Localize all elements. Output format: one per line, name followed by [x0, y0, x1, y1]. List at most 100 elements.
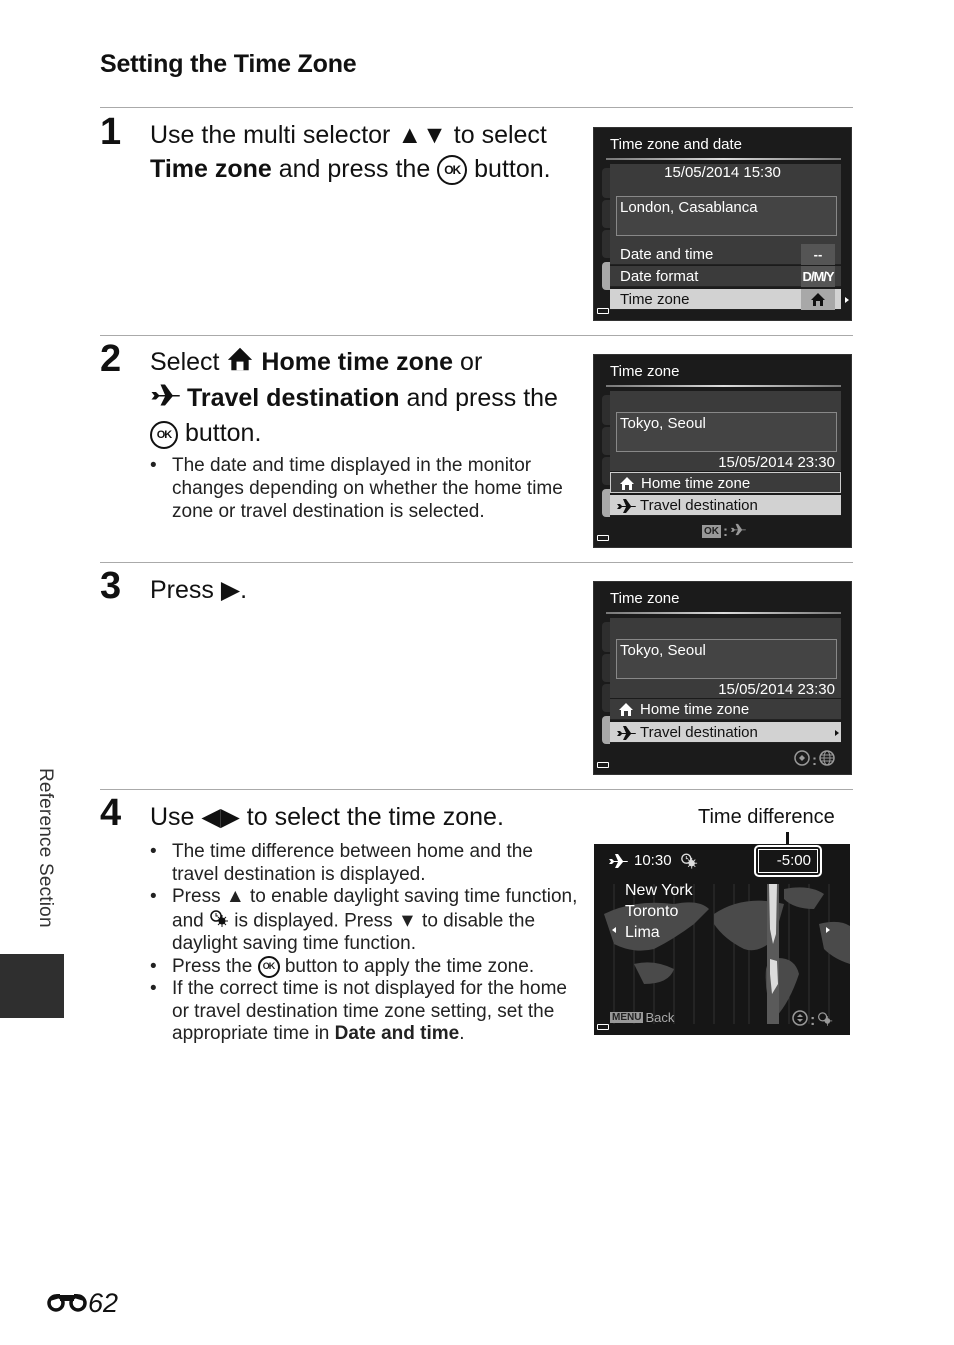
divider	[100, 789, 853, 790]
step-number: 4	[100, 792, 122, 834]
menu-tab-active	[602, 716, 610, 744]
camera-screen-travel-destination: Time zone Tokyo, Seoul 15/05/2014 23:30 …	[593, 581, 852, 775]
chevron-right-icon	[835, 730, 839, 736]
daylight-saving-icon	[209, 909, 229, 934]
chevron-left-icon[interactable]	[612, 927, 616, 933]
text: or	[453, 348, 483, 376]
menu-term: Date and time	[334, 1023, 460, 1045]
page-number-value: 62	[88, 1288, 119, 1318]
airplane-icon	[730, 523, 746, 540]
screen-title: Time zone	[610, 363, 680, 380]
text: button to apply the time zone.	[279, 955, 535, 977]
menu-term: Time zone	[150, 155, 272, 183]
ok-travel-hint: OK :	[702, 523, 746, 540]
menu-item-date-and-time[interactable]: Date and time --	[610, 244, 841, 265]
step-4-instruction: Use ◀▶ to select the time zone.	[150, 800, 590, 834]
selector-dst-hint: :	[792, 1010, 833, 1031]
time-difference-value: -5:00	[758, 849, 818, 873]
battery-icon	[597, 308, 609, 314]
menu-value: --	[801, 244, 835, 265]
step-4-notes: The time difference between home and the…	[150, 841, 580, 1046]
note: Press ▲ to enable daylight saving time f…	[150, 886, 580, 956]
text: Press	[150, 576, 221, 604]
text: Use	[150, 803, 202, 831]
note: The date and time displayed in the monit…	[150, 454, 570, 523]
text: Press the	[172, 955, 258, 977]
menu-tab	[602, 230, 610, 258]
menu-tab	[602, 427, 610, 455]
menu-label: Date format	[620, 268, 699, 285]
note: Press the OK button to apply the time zo…	[150, 955, 580, 979]
battery-icon	[597, 535, 609, 541]
menu-tab	[602, 200, 610, 228]
menu-tab	[602, 395, 610, 425]
menu-term: Travel destination	[186, 383, 400, 412]
option-label: Travel destination	[640, 497, 758, 514]
city-name: Lima	[625, 924, 660, 941]
city-name: Toronto	[625, 903, 679, 920]
option-label: Home time zone	[641, 475, 751, 492]
title-rule	[606, 612, 841, 614]
home-icon	[618, 702, 634, 723]
home-icon	[801, 289, 835, 310]
menu-tab	[602, 622, 610, 652]
colon: :	[723, 523, 728, 540]
current-datetime: 15/05/2014 23:30	[718, 681, 835, 698]
menu-item-time-zone[interactable]: Time zone	[610, 289, 841, 310]
menu-tab-active	[602, 489, 610, 517]
globe-icon	[819, 750, 835, 770]
step-2-instruction: Select Home time zone or Travel destinat…	[150, 345, 570, 450]
camera-screen-time-zone-and-date: Time zone and date 15/05/2014 15:30 Lond…	[593, 127, 852, 321]
home-city: London, Casablanca	[616, 196, 837, 236]
city-name: New York	[625, 882, 693, 899]
text: button.	[467, 155, 551, 183]
screen-title: Time zone and date	[610, 136, 743, 153]
left-right-arrows-icon: ◀▶	[201, 803, 240, 831]
text: and press the	[271, 155, 438, 183]
option-label: Travel destination	[640, 724, 758, 741]
time-difference-frame: -5:00	[754, 845, 822, 877]
chevron-right-icon	[845, 297, 849, 303]
ok-button-icon: OK	[437, 155, 468, 186]
divider	[100, 107, 853, 108]
option-label: Home time zone	[640, 701, 750, 718]
home-icon	[226, 346, 254, 381]
menu-tab-active	[602, 262, 610, 290]
camera-screen-world-map: 10:30 -5:00 New York Toronto Lima MENU B…	[594, 844, 850, 1035]
ok-button-icon: OK	[150, 420, 178, 449]
step-number: 2	[100, 338, 122, 380]
text: is displayed. Press	[228, 909, 398, 931]
title-rule	[606, 385, 841, 387]
selector-globe-hint: :	[794, 750, 835, 770]
ok-key-icon: OK	[702, 525, 721, 538]
current-datetime: 15/05/2014 23:30	[718, 454, 835, 471]
page-title: Setting the Time Zone	[100, 50, 357, 78]
battery-icon	[597, 762, 609, 768]
step-1-instruction: Use the multi selector ▲▼ to select Time…	[150, 118, 570, 186]
option-travel-destination[interactable]: Travel destination	[610, 722, 841, 743]
airplane-icon	[616, 498, 636, 520]
airplane-icon	[616, 725, 636, 747]
text: Press	[172, 886, 226, 907]
text: to select the time zone.	[239, 803, 504, 831]
menu-tab	[602, 457, 610, 485]
back-hint[interactable]: MENU Back	[610, 1010, 674, 1025]
chevron-right-icon[interactable]	[826, 927, 830, 933]
option-home-time-zone[interactable]: Home time zone	[610, 472, 841, 493]
text: to select	[446, 121, 547, 149]
colon: :	[810, 1011, 816, 1029]
multi-selector-icon	[794, 750, 810, 770]
menu-item-date-format[interactable]: Date format D/M/Y	[610, 266, 841, 287]
battery-icon	[597, 1024, 609, 1030]
city-list: New York Toronto Lima	[625, 880, 693, 943]
down-arrow-icon: ▼	[397, 909, 417, 931]
text: Use the multi selector	[150, 121, 398, 149]
page-number: 62	[46, 1288, 118, 1319]
option-travel-destination[interactable]: Travel destination	[610, 495, 841, 516]
camera-screen-time-zone-select: Time zone Tokyo, Seoul 15/05/2014 23:30 …	[593, 354, 852, 548]
home-city: Tokyo, Seoul	[616, 639, 837, 679]
menu-term: Home time zone	[261, 348, 454, 376]
note: The time difference between home and the…	[150, 841, 580, 886]
option-home-time-zone[interactable]: Home time zone	[610, 699, 841, 720]
menu-tab	[602, 654, 610, 682]
